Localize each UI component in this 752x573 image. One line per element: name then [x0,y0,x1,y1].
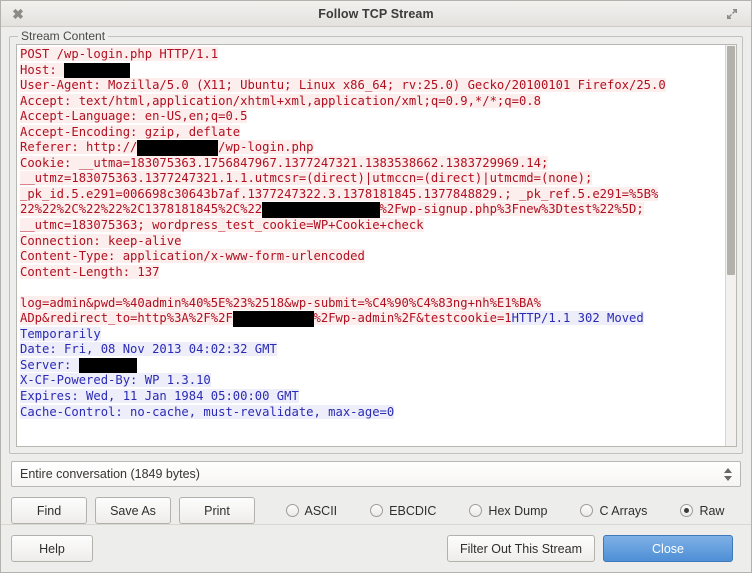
stream-line: log=admin&pwd=%40admin%40%5E%23%2518&wp-… [20,295,725,312]
help-button[interactable]: Help [11,535,93,562]
redacted-block [78,357,138,374]
request-text: Accept-Language: en-US,en;q=0.5 [20,109,248,124]
format-radio-group: ASCII EBCDIC Hex Dump C Arrays Raw [269,504,741,518]
radio-label: ASCII [304,503,338,518]
radio-hex-dump[interactable]: Hex Dump [469,504,547,518]
stream-line: Temporarily [20,326,725,343]
redacted-block [232,311,314,327]
stream-line: Date: Fri, 08 Nov 2013 04:02:32 GMT [20,342,725,358]
radio-label: C Arrays [599,503,648,518]
stream-textview-wrapper: POST /wp-login.php HTTP/1.1 Host: User-Ag… [16,44,737,447]
request-text: Host: [20,62,65,77]
redacted-block [137,140,219,156]
response-text: X-CF-Powered-By: WP 1.3.10 [20,373,211,388]
stream-line: POST /wp-login.php HTTP/1.1 [20,47,725,63]
print-button[interactable]: Print [179,497,255,524]
response-text: Temporarily [20,326,101,341]
response-text: HTTP/1.1 302 Moved [511,311,644,326]
follow-tcp-stream-dialog: ✖ Follow TCP Stream Stream Content POST … [0,0,752,573]
request-text: %2Fwp-signup.php%3Fnew%3Dtest%22%5D; [379,202,644,217]
request-text: _pk_id.5.e291=006698c30643b7af.137724732… [20,186,659,201]
window-title: Follow TCP Stream [318,6,434,21]
request-text: /wp-login.php [218,140,314,155]
filter-out-this-stream-button[interactable]: Filter Out This Stream [446,535,595,562]
conversation-select-value: Entire conversation (1849 bytes) [20,467,200,481]
response-text: Expires: Wed, 11 Jan 1984 05:00:00 GMT [20,389,299,404]
request-text: Referer: http:// [20,140,138,155]
conversation-selector-row: Entire conversation (1849 bytes) [11,461,741,487]
stream-content-groupbox: Stream Content POST /wp-login.php HTTP/1… [9,29,743,454]
request-text: 22%22%2C%22%22%2C1378181845%2C%22 [20,202,263,217]
chevron-up-icon[interactable] [724,467,732,473]
spinner-arrows-icon[interactable] [721,462,735,486]
request-text: Connection: keep-alive [20,233,182,248]
stream-line: Accept-Language: en-US,en;q=0.5 [20,109,725,125]
stream-line: __utmz=183075363.1377247321.1.1.utmcsr=(… [20,171,725,187]
save-as-button[interactable]: Save As [95,497,171,524]
close-icon[interactable]: ✖ [3,1,33,27]
request-text: Accept: text/html,application/xhtml+xml,… [20,93,541,108]
request-text: Content-Type: application/x-www-form-url… [20,249,365,264]
radio-label: EBCDIC [389,503,437,518]
stream-line: ADp&redirect_to=http%3A%2F%2F %2Fwp-admi… [20,311,725,327]
stream-line: Host: [20,62,725,79]
response-text: Cache-Control: no-cache, must-revalidate… [20,404,395,419]
request-text: Cookie: __utma=183075363.1756847967.1377… [20,155,549,170]
radio-label: Hex Dump [488,503,548,518]
request-text: %2Fwp-admin%2F&testcookie=1 [313,311,512,326]
dialog-footer: Help Filter Out This Stream Close [1,524,751,572]
stream-vertical-scrollbar[interactable] [725,45,736,446]
request-text: __utmc=183075363; wordpress_test_cookie=… [20,218,424,233]
close-button[interactable]: Close [603,535,733,562]
stream-line: Connection: keep-alive [20,233,725,250]
radio-ebcdic[interactable]: EBCDIC [370,504,436,518]
request-text: ADp&redirect_to=http%3A%2F%2F [20,311,233,326]
stream-line: X-CF-Powered-By: WP 1.3.10 [20,373,725,389]
stream-line: Cookie: __utma=183075363.1756847967.1377… [20,155,725,172]
maximize-icon[interactable] [717,1,747,27]
radio-dot-icon[interactable] [580,504,594,517]
stream-line: Accept-Encoding: gzip, deflate [20,124,725,141]
request-text: User-Agent: Mozilla/5.0 (X11; Ubuntu; Li… [20,78,666,93]
stream-line: _pk_id.5.e291=006698c30643b7af.137724732… [20,186,725,203]
request-text: Accept-Encoding: gzip, deflate [20,124,241,139]
stream-line: Server: [20,357,725,374]
radio-dot-icon[interactable] [285,504,299,517]
chevron-down-icon[interactable] [724,475,732,481]
stream-line: User-Agent: Mozilla/5.0 (X11; Ubuntu; Li… [20,78,725,94]
stream-line: Referer: http:// /wp-login.php [20,140,725,156]
request-text: log=admin&pwd=%40admin%40%5E%23%2518&wp-… [20,295,541,310]
response-text: Date: Fri, 08 Nov 2013 04:02:32 GMT [20,342,277,357]
stream-line: Content-Length: 137 [20,264,725,281]
stream-line: Accept: text/html,application/xhtml+xml,… [20,93,725,110]
stream-content-textview[interactable]: POST /wp-login.php HTTP/1.1 Host: User-Ag… [17,45,725,446]
groupbox-label: Stream Content [18,29,109,43]
title-bar: ✖ Follow TCP Stream [1,1,751,27]
redacted-block [64,62,131,79]
request-text: POST /wp-login.php HTTP/1.1 [20,47,219,61]
response-text: Server: [20,357,79,372]
find-button[interactable]: Find [11,497,87,524]
stream-line: 22%22%2C%22%22%2C1378181845%2C%22 %2Fwp-… [20,202,725,219]
radio-dot-icon[interactable] [370,504,384,517]
conversation-select[interactable]: Entire conversation (1849 bytes) [11,461,741,487]
request-text: __utmz=183075363.1377247321.1.1.utmcsr=(… [20,171,593,186]
radio-dot-icon[interactable] [680,504,694,517]
scrollbar-thumb[interactable] [727,46,735,275]
request-text: Content-Length: 137 [20,264,160,279]
stream-line: Content-Type: application/x-www-form-url… [20,249,725,265]
radio-raw[interactable]: Raw [680,504,724,518]
stream-line: Expires: Wed, 11 Jan 1984 05:00:00 GMT [20,389,725,405]
redacted-block [262,202,380,219]
radio-c-arrays[interactable]: C Arrays [580,504,647,518]
stream-line: __utmc=183075363; wordpress_test_cookie=… [20,218,725,234]
stream-line [20,280,725,296]
controls-row: Find Save As Print ASCII EBCDIC Hex Dump C … [11,497,741,524]
radio-dot-icon[interactable] [469,504,483,517]
radio-label: Raw [699,503,725,518]
stream-line: Cache-Control: no-cache, must-revalidate… [20,404,725,421]
radio-ascii[interactable]: ASCII [285,503,338,518]
